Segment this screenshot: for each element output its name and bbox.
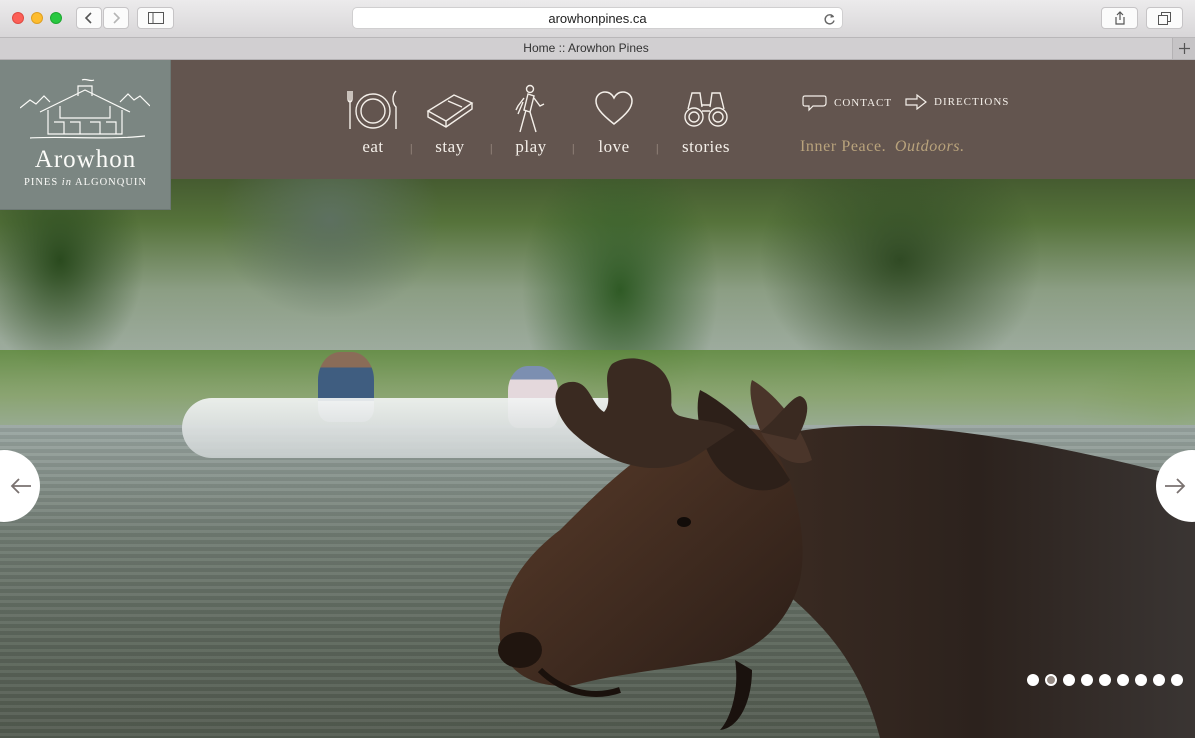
tagline-plain: Inner Peace. [800,138,887,155]
carousel-pagination [1027,674,1183,686]
speech-bubble-icon [802,95,827,112]
nav-play[interactable]: play [491,84,571,157]
back-button[interactable] [76,7,102,29]
plate-cutlery-icon [347,90,397,129]
reload-icon[interactable] [823,11,836,32]
tab-title-text: Home :: Arowhon Pines [523,41,649,55]
nav-stories[interactable]: stories [666,84,746,157]
carousel-dot[interactable] [1027,674,1039,686]
logo-name: Arowhon [34,146,137,173]
carousel-dot[interactable] [1081,674,1093,686]
logo-subtitle: PINES in ALGONQUIN [0,177,171,188]
arrow-right-outline-icon [905,94,927,110]
nav-eat[interactable]: eat [333,84,413,157]
chevron-right-icon [113,12,121,24]
binoculars-icon [684,92,728,127]
nav-stories-label: stories [682,137,730,156]
window-minimize-button[interactable] [31,12,43,24]
arrow-left-icon [10,478,31,494]
share-button[interactable] [1101,7,1138,29]
hiker-icon [515,84,545,133]
tab-bar: Home :: Arowhon Pines [0,38,1195,60]
logo-subtitle-post: ALGONQUIN [75,177,148,188]
forward-button[interactable] [103,7,129,29]
window-close-button[interactable] [12,12,24,24]
logo-subtitle-pre: PINES [23,177,59,188]
browser-toolbar: arowhonpines.ca [0,0,1195,38]
carousel-dot[interactable] [1135,674,1147,686]
contact-link[interactable]: CONTACT [802,94,892,112]
pillow-icon [426,94,474,128]
nav-love-label: love [598,137,630,156]
heart-icon [595,91,633,125]
chevron-left-icon [84,12,92,24]
plus-icon [1178,43,1190,54]
new-tab-button[interactable] [1172,38,1195,59]
directions-label: DIRECTIONS [934,96,1010,108]
nav-love[interactable]: love [574,84,654,157]
carousel-dot[interactable] [1117,674,1129,686]
directions-link[interactable]: DIRECTIONS [905,94,1009,110]
window-zoom-button[interactable] [50,12,62,24]
carousel-dot[interactable] [1153,674,1165,686]
address-bar[interactable]: arowhonpines.ca [352,7,843,29]
carousel-dot-active[interactable] [1045,674,1057,686]
tagline-emphasis: Outdoors. [894,138,965,155]
lodge-logo-icon [20,78,150,139]
logo-subtitle-mid: in [61,177,72,188]
carousel-dot[interactable] [1099,674,1111,686]
tabs-icon [1158,11,1171,25]
tab-active[interactable]: Home :: Arowhon Pines [0,38,1172,59]
sidebar-icon [147,12,164,24]
arrow-right-icon [1165,478,1186,494]
tagline: Inner Peace. Outdoors. [800,138,965,156]
tabs-overview-button[interactable] [1146,7,1183,29]
site-logo[interactable]: Arowhon PINES in ALGONQUIN [0,60,171,210]
nav-eat-label: eat [362,137,384,156]
nav-stay-label: stay [435,137,465,156]
contact-label: CONTACT [834,97,893,109]
sidebar-button[interactable] [137,7,174,29]
carousel-dot[interactable] [1063,674,1075,686]
url-text: arowhonpines.ca [548,11,647,26]
nav-play-label: play [515,137,547,156]
nav-separator: | [656,141,659,155]
share-icon [1114,11,1125,25]
nav-stay[interactable]: stay [410,84,490,157]
carousel-dot[interactable] [1171,674,1183,686]
